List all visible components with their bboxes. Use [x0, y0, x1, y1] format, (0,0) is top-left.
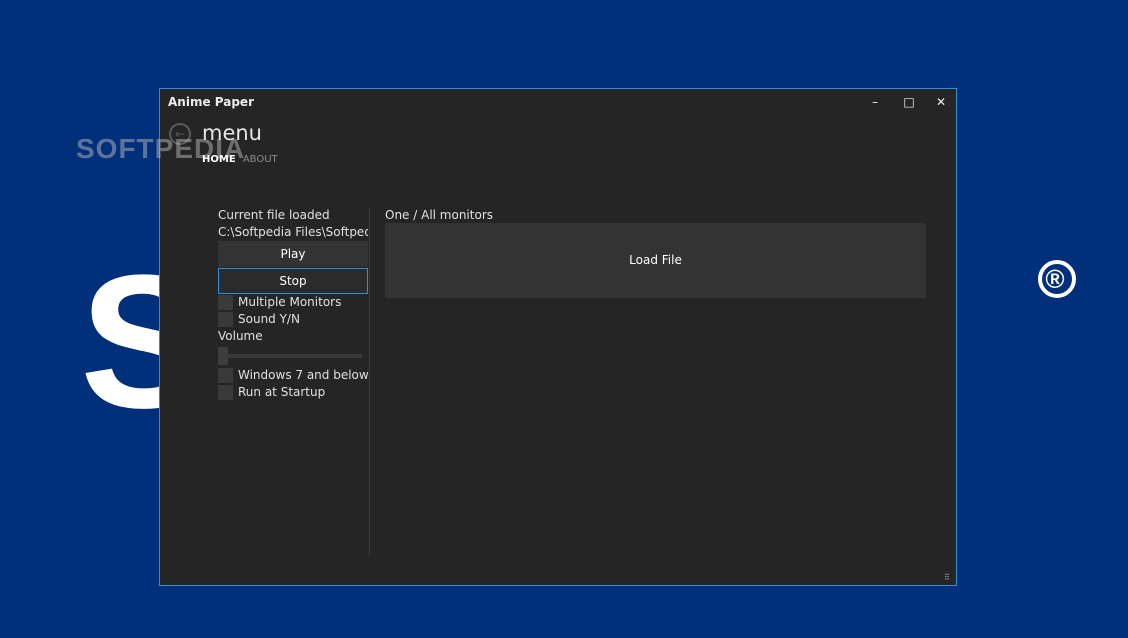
- tab-about[interactable]: ABOUT: [243, 154, 278, 165]
- checkbox-label: Run at Startup: [238, 385, 326, 399]
- checkbox-box[interactable]: [218, 368, 233, 383]
- file-panel: One / All monitors Load File: [385, 207, 926, 298]
- windows7-checkbox[interactable]: Windows 7 and below: [218, 367, 370, 384]
- current-file-path: C:\Softpedia Files\Softpedia: [218, 225, 368, 239]
- checkbox-label: Sound Y/N: [238, 312, 300, 326]
- controls-panel: Current file loaded C:\Softpedia Files\S…: [218, 207, 370, 401]
- volume-slider[interactable]: [218, 345, 370, 367]
- play-button[interactable]: Play: [218, 241, 368, 267]
- multiple-monitors-checkbox[interactable]: Multiple Monitors: [218, 294, 370, 311]
- maximize-button[interactable]: □: [898, 93, 920, 111]
- current-file-label: Current file loaded: [218, 208, 330, 222]
- minimize-button[interactable]: –: [864, 93, 886, 111]
- close-button[interactable]: ✕: [930, 93, 952, 111]
- tab-home[interactable]: HOME: [202, 154, 236, 165]
- run-at-startup-checkbox[interactable]: Run at Startup: [218, 384, 370, 401]
- checkbox-label: Multiple Monitors: [238, 295, 342, 309]
- checkbox-box[interactable]: [218, 295, 233, 310]
- volume-slider-thumb[interactable]: [218, 347, 228, 365]
- app-window: Anime Paper – □ ✕ ← menu SOFTPEDIA HOME …: [76, 88, 957, 586]
- volume-slider-track[interactable]: [228, 354, 362, 358]
- volume-label: Volume: [218, 329, 263, 343]
- monitors-label: One / All monitors: [385, 208, 493, 222]
- registered-mark: ®: [1038, 260, 1076, 298]
- checkbox-box[interactable]: [218, 385, 233, 400]
- nav-tabs: HOME ABOUT: [202, 154, 282, 165]
- load-file-button[interactable]: Load File: [385, 223, 926, 298]
- window-title: Anime Paper: [168, 95, 254, 109]
- sound-checkbox[interactable]: Sound Y/N: [218, 311, 370, 328]
- checkbox-label: Windows 7 and below: [238, 368, 369, 382]
- panel-divider: [369, 207, 370, 555]
- title-bar[interactable]: Anime Paper – □ ✕: [160, 89, 956, 115]
- checkbox-box[interactable]: [218, 312, 233, 327]
- stop-button[interactable]: Stop: [218, 268, 368, 294]
- resize-grip-icon[interactable]: ⠿: [944, 573, 954, 583]
